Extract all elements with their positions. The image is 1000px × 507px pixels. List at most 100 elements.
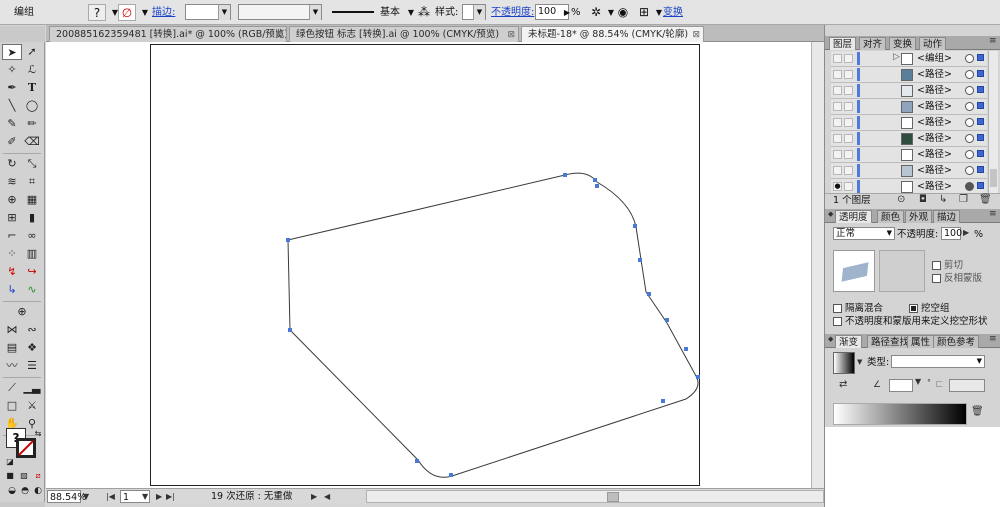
first-artboard-icon[interactable]: |◀ [106,490,115,503]
invert-mask-checkbox[interactable] [932,274,941,283]
gradient-tool-icon[interactable]: ▮ [22,210,42,226]
angle-field[interactable] [889,379,913,392]
eraser-tool-icon[interactable]: ⌫ [22,134,42,150]
list-icon[interactable]: ☰ [22,358,42,374]
trash-icon[interactable]: 🗑 [971,406,984,417]
lock-toggle[interactable] [844,182,853,191]
blend-tool-icon[interactable]: ∞ [22,228,42,244]
line-tool-icon[interactable]: ╲ [2,98,22,114]
free-transform-tool-icon[interactable]: ⌗ [22,174,42,190]
direct-selection-tool-icon[interactable]: ➚ [22,44,42,60]
none-mode-icon[interactable]: ⧄ [28,468,48,484]
locate-object-icon[interactable]: ⊙ [897,194,905,205]
measure-tool-icon[interactable]: ⟋ [2,380,22,396]
visibility-toggle[interactable] [833,118,842,127]
tab-layers[interactable]: 图层 [829,37,857,50]
layer-row[interactable]: <路径> [831,67,987,83]
doc-tab-3-active[interactable]: 未标题-18* @ 88.54% (CMYK/轮廓) ⊠ [521,26,704,42]
layers-stack-icon[interactable]: ❖ [22,340,42,356]
new-layer-icon[interactable]: ❐ [959,194,968,205]
panel-menu-icon[interactable]: ≡ [989,209,997,219]
scroll-left-icon[interactable]: ◀ [324,490,330,503]
rotate-tool-icon[interactable]: ↻ [2,156,22,172]
artboard-tool-icon[interactable]: □ [2,398,22,414]
blend-mode-select[interactable]: 正常 ▼ [833,227,895,240]
close-icon[interactable]: ⊠ [275,27,283,42]
close-icon[interactable]: ⊠ [507,27,515,42]
mesh-tool-icon[interactable]: ⊞ [2,210,22,226]
gradient-type-select[interactable]: ▼ [891,355,985,368]
visibility-toggle[interactable] [833,54,842,63]
rounded-polygon-path[interactable] [287,172,699,478]
define-knockout-checkbox[interactable] [833,317,842,326]
trash-icon[interactable]: 🗑 [979,194,992,205]
perspective-grid-tool-icon[interactable]: ▦ [22,192,42,208]
selection-square[interactable] [977,182,984,189]
anchor-point[interactable] [286,238,290,242]
tab-color-guide[interactable]: 颜色参考 [933,335,980,348]
swap-icon[interactable]: ⇆ [28,426,48,442]
slice-tool-icon[interactable]: ⚔ [22,398,42,414]
last-artboard-icon[interactable]: ▶| [166,490,175,503]
eye-icon[interactable]: ● [833,182,842,191]
horizontal-scrollbar[interactable] [366,490,824,503]
anchor-point[interactable] [415,459,419,463]
target-circle-icon[interactable] [965,166,974,175]
scale-tool-icon[interactable]: ⤡ [22,156,42,172]
lock-toggle[interactable] [844,70,853,79]
tab-transparency[interactable]: 透明度 [835,210,872,223]
canvas-area[interactable] [46,42,811,488]
visibility-toggle[interactable] [833,134,842,143]
curve-icon[interactable]: ↪ [22,264,42,280]
crosshair-icon[interactable]: ⊕ [12,304,32,320]
wave-icon[interactable]: ∿ [22,282,42,298]
selection-square[interactable] [977,166,984,173]
anchor-point[interactable] [563,173,567,177]
layer-row[interactable]: <路径> [831,115,987,131]
visibility-toggle[interactable] [833,70,842,79]
fill-question-icon[interactable]: ? [88,4,106,21]
doc-tab-2[interactable]: 绿色按钮 标志 [转换].ai @ 100% (CMYK/预览) ⊠ [289,26,519,42]
target-circle-icon[interactable] [965,70,974,79]
target-circle-icon[interactable] [965,86,974,95]
target-circle-icon[interactable] [965,182,974,191]
target-circle-icon[interactable] [965,150,974,159]
anchor-point[interactable] [595,184,599,188]
knockout-group-checkbox[interactable] [909,304,918,313]
close-icon[interactable]: ⊠ [692,27,700,42]
isolate-blending-checkbox[interactable] [833,304,842,313]
anchor-point[interactable] [665,318,669,322]
new-sublayer-icon[interactable]: ↳ [939,194,947,205]
anchor-point[interactable] [633,224,637,228]
slice-table-icon[interactable]: ▤ [2,340,22,356]
selection-square[interactable] [977,150,984,157]
type-tool-icon[interactable]: T [22,80,42,96]
tab-actions[interactable]: 动作 [919,37,947,50]
layer-row[interactable]: <路径> [831,83,987,99]
target-circle-icon[interactable] [965,54,974,63]
selection-square[interactable] [977,102,984,109]
next-artboard-icon[interactable]: ▶ [156,490,162,503]
draw-inside-icon[interactable]: ◐ [28,483,48,499]
selection-tool-icon[interactable]: ➤ [2,44,22,60]
ellipse-tool-icon[interactable]: ◯ [22,98,42,114]
visibility-toggle[interactable] [833,150,842,159]
reverse-gradient-icon[interactable]: ⇄ [839,379,847,390]
status-menu-icon[interactable]: ▶ [311,490,317,503]
expand-triangle-icon[interactable]: ▷ [893,52,900,62]
pencil-tool-icon[interactable]: ✏ [22,116,42,132]
anchor-point[interactable] [684,347,688,351]
lasso-tool-icon[interactable]: ℒ [22,62,42,78]
visibility-toggle[interactable] [833,102,842,111]
paintbrush-tool-icon[interactable]: ✎ [2,116,22,132]
chevron-down-icon[interactable]: ▼ [915,377,921,386]
chevron-down-icon[interactable]: ▼ [83,490,89,503]
visibility-toggle[interactable] [833,86,842,95]
lock-toggle[interactable] [844,86,853,95]
target-circle-icon[interactable] [965,102,974,111]
make-clipping-mask-icon[interactable]: ◘ [919,194,927,205]
tab-transform[interactable]: 变换 [889,37,917,50]
chevron-right-icon[interactable]: ▶ [963,228,969,237]
symbol-sprayer-tool-icon[interactable]: ⁘ [2,246,22,262]
transform-link[interactable]: 变换 [663,4,683,21]
